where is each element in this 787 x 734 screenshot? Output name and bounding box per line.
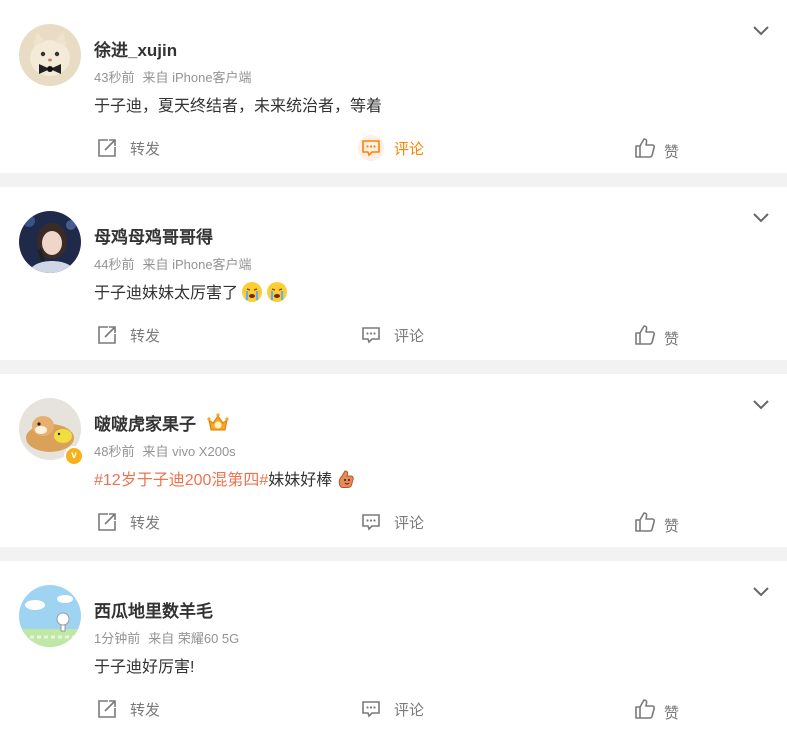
username[interactable]: 徐进_xujin [94,36,177,61]
comment-label: 评论 [394,327,425,345]
chevron-down-icon[interactable] [751,207,771,227]
comment-feed: 徐进_xujin 43秒前 来自 iPhone客户端 于子迪，夏天终结者，未来统治… [0,0,787,734]
repost-icon [94,322,120,348]
comment-icon [358,696,384,722]
post-source: 来自 iPhone客户端 [142,70,252,85]
repost-label: 转发 [130,701,161,719]
thumbs-up-meat-emoji [335,468,357,495]
divider [0,547,787,561]
post-time[interactable]: 44秒前 [94,257,134,272]
post-text: 于子迪好厉害! [94,659,195,676]
repost-icon [94,135,120,161]
comment-icon [358,322,384,348]
repost-icon [94,696,120,722]
comment-button[interactable]: 评论 [358,133,424,163]
like-label: 赞 [664,330,680,348]
sky-cartoon-avatar [19,585,81,647]
post-meta: 43秒前 来自 iPhone客户端 [94,67,252,86]
chevron-down-icon[interactable] [751,394,771,414]
username[interactable]: 西瓜地里数羊毛 [94,597,213,622]
comment-button[interactable]: 评论 [358,320,424,350]
feed-item: 徐进_xujin 43秒前 来自 iPhone客户端 于子迪，夏天终结者，未来统治… [0,0,787,173]
topic-hashtag-link[interactable]: #12岁于子迪200混第四# [94,472,268,489]
avatar[interactable] [19,585,81,647]
thumbs-up-icon [632,322,658,348]
like-button[interactable]: 赞 [632,320,679,350]
thumbs-up-icon [632,135,658,161]
repost-label: 转发 [130,514,161,532]
action-bar: 转发 评论 赞 [0,133,787,163]
vip-crown-icon[interactable] [206,412,230,439]
like-button[interactable]: 赞 [632,133,679,163]
post-time[interactable]: 1分钟前 [94,631,140,646]
username[interactable]: 母鸡母鸡哥哥得 [94,223,213,248]
cat-with-bowtie-avatar [19,24,81,86]
action-bar: 转发 评论 赞 [0,320,787,350]
post-source: 来自 iPhone客户端 [142,257,252,272]
repost-button[interactable]: 转发 [94,133,160,163]
action-bar: 转发 评论 赞 [0,507,787,537]
post-meta: 48秒前 来自 vivo X200s [94,441,236,460]
post-text: 妹妹好棒 [268,472,333,489]
username[interactable]: 啵啵虎家果子 [94,410,230,439]
action-bar: 转发 评论 赞 [0,694,787,724]
thumbs-up-icon [632,696,658,722]
divider [0,360,787,374]
post-meta: 1分钟前 来自 荣耀60 5G [94,628,239,647]
feed-item: 西瓜地里数羊毛 1分钟前 来自 荣耀60 5G 于子迪好厉害! 转发 评论 赞 [0,561,787,734]
comment-label: 评论 [394,701,425,719]
divider [0,173,787,187]
post-content: #12岁于子迪200混第四#妹妹好棒 [94,466,357,495]
post-source: 来自 荣耀60 5G [148,631,240,646]
repost-button[interactable]: 转发 [94,320,160,350]
feed-item: 母鸡母鸡哥哥得 44秒前 来自 iPhone客户端 于子迪妹妹太厉害了 转发 评论 [0,187,787,360]
post-content: 于子迪，夏天终结者，未来统治者，等着 [94,92,382,116]
like-label: 赞 [664,143,680,161]
post-text: 于子迪妹妹太厉害了 [94,285,239,302]
repost-label: 转发 [130,140,161,158]
chevron-down-icon[interactable] [751,581,771,601]
repost-button[interactable]: 转发 [94,507,160,537]
avatar[interactable] [19,211,81,273]
repost-button[interactable]: 转发 [94,694,160,724]
like-button[interactable]: 赞 [632,694,679,724]
crying-face-emoji [266,281,288,308]
crying-face-emoji [241,281,263,308]
comment-icon [358,509,384,535]
post-source: 来自 vivo X200s [142,444,236,459]
like-label: 赞 [664,517,680,535]
username-text: 啵啵虎家果子 [94,415,196,434]
like-button[interactable]: 赞 [632,507,679,537]
comment-icon [358,135,384,161]
verified-badge-icon: v [64,446,84,466]
repost-icon [94,509,120,535]
like-label: 赞 [664,704,680,722]
comment-button[interactable]: 评论 [358,507,424,537]
post-content: 于子迪好厉害! [94,653,194,677]
thumbs-up-icon [632,509,658,535]
post-time[interactable]: 43秒前 [94,70,134,85]
comment-label: 评论 [394,140,425,158]
chevron-down-icon[interactable] [751,20,771,40]
post-text: 于子迪，夏天终结者，未来统治者，等着 [94,98,383,115]
feed-item: v 啵啵虎家果子 48秒前 来自 vivo X200s #12岁于子迪200混第四… [0,374,787,547]
post-meta: 44秒前 来自 iPhone客户端 [94,254,252,273]
avatar[interactable] [19,24,81,86]
comment-label: 评论 [394,514,425,532]
singer-portrait-avatar [19,211,81,273]
post-time[interactable]: 48秒前 [94,444,134,459]
post-content: 于子迪妹妹太厉害了 [94,279,288,308]
repost-label: 转发 [130,327,161,345]
comment-button[interactable]: 评论 [358,694,424,724]
